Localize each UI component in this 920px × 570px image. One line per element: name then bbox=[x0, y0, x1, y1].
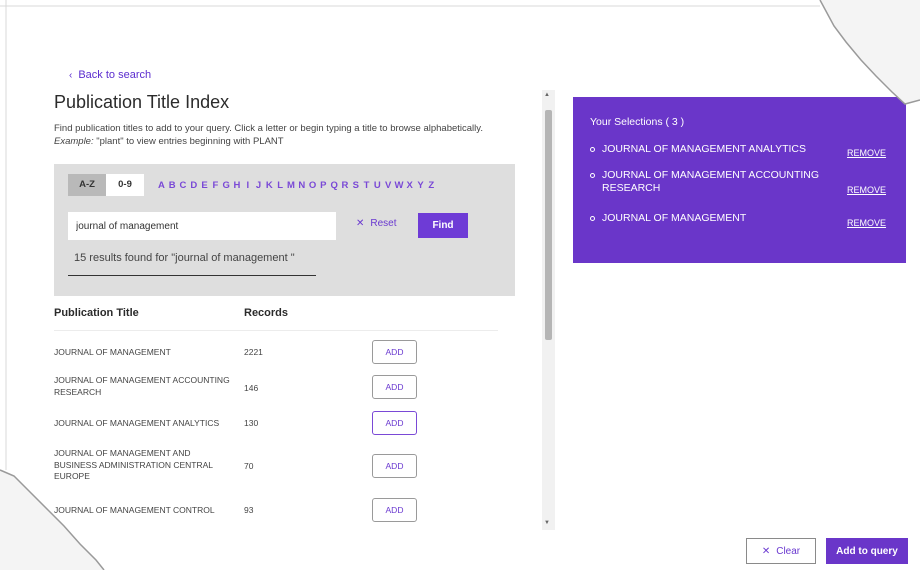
back-link-label: Back to search bbox=[78, 69, 152, 81]
letter-a[interactable]: A bbox=[156, 180, 167, 191]
table-header: Publication Title Records bbox=[54, 305, 498, 331]
letter-w[interactable]: W bbox=[394, 180, 405, 191]
letter-k[interactable]: K bbox=[264, 180, 275, 191]
add-button[interactable]: ADD bbox=[372, 498, 417, 522]
find-button[interactable]: Find bbox=[418, 213, 468, 238]
clear-label: Clear bbox=[776, 545, 801, 557]
reset-label: Reset bbox=[370, 218, 397, 229]
letter-y[interactable]: Y bbox=[415, 180, 426, 191]
row-title: JOURNAL OF MANAGEMENT CONTROL bbox=[54, 505, 215, 515]
remove-link[interactable]: REMOVE bbox=[847, 148, 886, 158]
row-title: JOURNAL OF MANAGEMENT ANALYTICS bbox=[54, 418, 220, 428]
list-scrollbar[interactable]: ▲ ▼ bbox=[542, 90, 555, 530]
table-row: JOURNAL OF MANAGEMENT ANALYTICS 130 ADD bbox=[54, 411, 498, 437]
letter-u[interactable]: U bbox=[372, 180, 383, 191]
letter-c[interactable]: C bbox=[178, 180, 189, 191]
letter-m[interactable]: M bbox=[286, 180, 297, 191]
selection-item: JOURNAL OF MANAGEMENT ANALYTICS REMOVE bbox=[590, 143, 900, 163]
add-button[interactable]: ADD bbox=[372, 454, 417, 478]
letter-h[interactable]: H bbox=[232, 180, 243, 191]
bullet-icon bbox=[590, 173, 595, 178]
bullet-icon bbox=[590, 216, 595, 221]
alphabet-row: A-Z 0-9 ABCDEFGHIJKLMNOPQRSTUVWXYZ bbox=[68, 174, 437, 196]
add-button[interactable]: ADD bbox=[372, 411, 417, 435]
selection-title: JOURNAL OF MANAGEMENT bbox=[602, 212, 747, 224]
search-filter-panel: A-Z 0-9 ABCDEFGHIJKLMNOPQRSTUVWXYZ ✕ Res… bbox=[54, 164, 515, 296]
row-title: JOURNAL OF MANAGEMENT ACCOUNTING RESEARC… bbox=[54, 375, 230, 397]
letter-x[interactable]: X bbox=[404, 180, 415, 191]
selection-title: JOURNAL OF MANAGEMENT ACCOUNTING RESEARC… bbox=[602, 169, 820, 194]
clear-button[interactable]: ✕ Clear bbox=[746, 538, 816, 564]
selection-item: JOURNAL OF MANAGEMENT REMOVE bbox=[590, 212, 900, 232]
row-records: 146 bbox=[244, 383, 259, 393]
letter-j[interactable]: J bbox=[253, 180, 264, 191]
letter-t[interactable]: T bbox=[361, 180, 372, 191]
example-text: Example: "plant" to view entries beginni… bbox=[54, 135, 534, 148]
tab-0-9[interactable]: 0-9 bbox=[106, 174, 144, 196]
selections-panel: Your Selections ( 3 ) JOURNAL OF MANAGEM… bbox=[573, 97, 906, 263]
letter-o[interactable]: O bbox=[307, 180, 318, 191]
bullet-icon bbox=[590, 147, 595, 152]
selection-title: JOURNAL OF MANAGEMENT ANALYTICS bbox=[602, 143, 807, 155]
column-header-title: Publication Title bbox=[54, 307, 139, 319]
letter-z[interactable]: Z bbox=[426, 180, 437, 191]
letter-s[interactable]: S bbox=[350, 180, 361, 191]
chevron-left-icon: ‹ bbox=[69, 69, 73, 81]
letter-d[interactable]: D bbox=[188, 180, 199, 191]
selections-title: Your Selections ( 3 ) bbox=[590, 116, 685, 128]
letter-e[interactable]: E bbox=[199, 180, 210, 191]
page-title: Publication Title Index bbox=[54, 92, 230, 112]
letter-list: ABCDEFGHIJKLMNOPQRSTUVWXYZ bbox=[156, 180, 437, 191]
scroll-down-icon[interactable]: ▼ bbox=[544, 520, 550, 526]
table-row: JOURNAL OF MANAGEMENT AND BUSINESS ADMIN… bbox=[54, 448, 498, 488]
table-row: JOURNAL OF MANAGEMENT CONTROL 93 ADD bbox=[54, 498, 498, 524]
description-text: Find publication titles to add to your q… bbox=[54, 123, 483, 134]
row-records: 70 bbox=[244, 461, 254, 471]
example-body: "plant" to view entries beginning with P… bbox=[93, 136, 284, 147]
letter-r[interactable]: R bbox=[340, 180, 351, 191]
row-records: 93 bbox=[244, 505, 254, 515]
back-to-search-link[interactable]: ‹ Back to search bbox=[69, 69, 151, 81]
results-count: 15 results found for "journal of managem… bbox=[74, 252, 295, 264]
add-to-query-button[interactable]: Add to query bbox=[826, 538, 908, 564]
tab-a-z[interactable]: A-Z bbox=[68, 174, 106, 196]
scroll-up-icon[interactable]: ▲ bbox=[544, 92, 550, 98]
letter-p[interactable]: P bbox=[318, 180, 329, 191]
results-divider bbox=[68, 275, 316, 276]
remove-link[interactable]: REMOVE bbox=[847, 218, 886, 228]
title-search-input[interactable] bbox=[68, 212, 336, 240]
add-button[interactable]: ADD bbox=[372, 340, 417, 364]
table-row: JOURNAL OF MANAGEMENT 2221 ADD bbox=[54, 340, 498, 366]
example-label: Example: bbox=[54, 136, 94, 147]
letter-f[interactable]: F bbox=[210, 180, 221, 191]
letter-i[interactable]: I bbox=[242, 180, 253, 191]
letter-v[interactable]: V bbox=[383, 180, 394, 191]
page-description: Find publication titles to add to your q… bbox=[54, 122, 534, 148]
reset-button[interactable]: ✕ Reset bbox=[356, 218, 397, 229]
row-records: 130 bbox=[244, 418, 259, 428]
add-button[interactable]: ADD bbox=[372, 375, 417, 399]
letter-b[interactable]: B bbox=[167, 180, 178, 191]
letter-l[interactable]: L bbox=[275, 180, 286, 191]
letter-g[interactable]: G bbox=[221, 180, 232, 191]
close-icon: ✕ bbox=[761, 545, 771, 557]
row-title: JOURNAL OF MANAGEMENT AND BUSINESS ADMIN… bbox=[54, 448, 213, 481]
row-title: JOURNAL OF MANAGEMENT bbox=[54, 347, 171, 357]
letter-n[interactable]: N bbox=[296, 180, 307, 191]
letter-q[interactable]: Q bbox=[329, 180, 340, 191]
scrollbar-thumb[interactable] bbox=[545, 110, 552, 340]
selection-item: JOURNAL OF MANAGEMENT ACCOUNTING RESEARC… bbox=[590, 169, 900, 199]
row-records: 2221 bbox=[244, 347, 263, 357]
table-row: JOURNAL OF MANAGEMENT ACCOUNTING RESEARC… bbox=[54, 375, 498, 401]
close-icon: ✕ bbox=[356, 218, 365, 229]
remove-link[interactable]: REMOVE bbox=[847, 185, 886, 195]
column-header-records: Records bbox=[244, 307, 289, 319]
